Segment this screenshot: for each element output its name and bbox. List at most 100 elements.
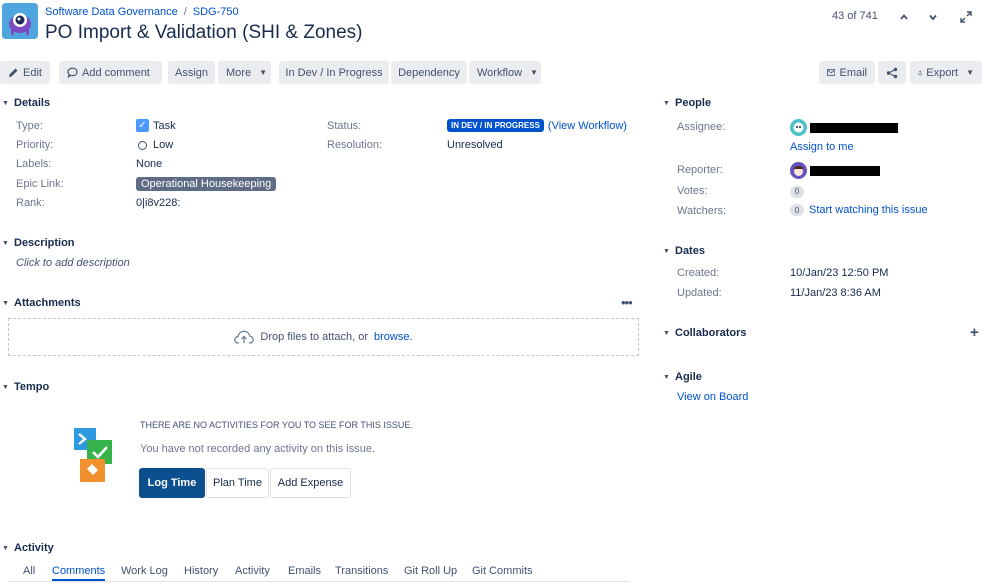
priority-value[interactable]: Low: [136, 139, 173, 151]
assign-to-me-link[interactable]: Assign to me: [790, 141, 854, 153]
tab-emails[interactable]: Emails: [288, 565, 321, 577]
rank-value: 0|i8v228:: [136, 197, 181, 209]
tab-all[interactable]: All: [23, 565, 35, 577]
expand-button[interactable]: [956, 7, 976, 27]
view-on-board-link[interactable]: View on Board: [677, 391, 748, 403]
dependency-button[interactable]: Dependency: [391, 61, 467, 84]
more-button[interactable]: More ▼: [218, 61, 271, 84]
triangle-down-icon: ▼: [2, 239, 9, 247]
priority-label: Priority:: [16, 139, 54, 151]
attachments-section-toggle[interactable]: ▼ Attachments: [2, 297, 81, 309]
export-label: Export: [926, 66, 959, 79]
people-heading: People: [675, 97, 712, 109]
task-icon: ✓: [136, 119, 149, 132]
collaborators-section-toggle[interactable]: ▼ Collaborators: [663, 327, 747, 339]
status-value: IN DEV / IN PROGRESS (View Workflow): [447, 119, 627, 132]
email-label: Email: [839, 66, 867, 79]
tab-comments[interactable]: Comments: [52, 565, 105, 577]
plan-time-button[interactable]: Plan Time: [206, 468, 269, 498]
agile-section-toggle[interactable]: ▼ Agile: [663, 371, 702, 383]
triangle-down-icon: ▼: [2, 299, 9, 307]
attachments-heading: Attachments: [14, 297, 81, 309]
add-collaborator-plus-icon[interactable]: +: [970, 324, 979, 341]
assign-label: Assign: [174, 66, 209, 79]
created-value: 10/Jan/23 12:50 PM: [790, 267, 889, 279]
tab-git-commits[interactable]: Git Commits: [472, 565, 533, 577]
epic-link-value[interactable]: Operational Housekeeping: [136, 177, 277, 191]
triangle-down-icon: ▼: [2, 544, 9, 552]
edit-button[interactable]: Edit: [0, 61, 50, 84]
updated-label: Updated:: [677, 287, 722, 299]
agile-heading: Agile: [675, 371, 702, 383]
redacted-assignee-name: [810, 122, 898, 133]
assign-button[interactable]: Assign: [168, 61, 215, 84]
share-button[interactable]: [878, 61, 906, 84]
triangle-down-icon: ▼: [2, 383, 9, 391]
breadcrumb-issue-key-link[interactable]: SDG-750: [193, 6, 239, 18]
type-value[interactable]: ✓ Task: [136, 119, 176, 132]
triangle-down-icon: ▼: [663, 99, 670, 107]
dates-section-toggle[interactable]: ▼ Dates: [663, 245, 705, 257]
add-comment-label: Add comment: [82, 66, 150, 79]
labels-value[interactable]: None: [136, 158, 162, 170]
description-heading: Description: [14, 237, 75, 249]
description-placeholder[interactable]: Click to add description: [16, 257, 130, 269]
status-label: Status:: [327, 120, 362, 132]
description-section-toggle[interactable]: ▼ Description: [2, 237, 75, 249]
details-section-toggle[interactable]: ▼ Details: [2, 97, 50, 109]
tempo-section-toggle[interactable]: ▼ Tempo: [2, 381, 49, 393]
add-expense-button[interactable]: Add Expense: [270, 468, 351, 498]
tab-transitions[interactable]: Transitions: [335, 565, 388, 577]
email-icon: [827, 69, 836, 76]
project-logo-icon: [2, 3, 38, 39]
tempo-heading: Tempo: [14, 381, 50, 393]
tabs-divider: [8, 581, 630, 582]
epic-link-lozenge[interactable]: Operational Housekeeping: [136, 177, 277, 191]
people-section-toggle[interactable]: ▼ People: [663, 97, 711, 109]
workflow-button[interactable]: Workflow ▼: [469, 61, 541, 84]
tab-activity[interactable]: Activity: [235, 565, 270, 577]
next-issue-button[interactable]: [923, 7, 943, 27]
previous-issue-button[interactable]: [894, 7, 914, 27]
assignee-value[interactable]: [790, 119, 898, 136]
attachment-dropzone[interactable]: Drop files to attach, or browse.: [8, 318, 639, 356]
reporter-value[interactable]: [790, 162, 880, 179]
assignee-label: Assignee:: [677, 121, 726, 133]
dropzone-text: Drop files to attach, or: [260, 331, 369, 343]
resolution-value: Unresolved: [447, 139, 503, 151]
browse-link[interactable]: browse.: [374, 331, 413, 343]
share-icon: [886, 67, 898, 78]
votes-label: Votes:: [677, 185, 708, 197]
triangle-down-icon: ▼: [2, 99, 9, 107]
watchers-count-badge[interactable]: 0: [790, 204, 804, 216]
view-workflow-link[interactable]: (View Workflow): [548, 120, 627, 132]
votes-count-badge: 0: [790, 185, 804, 198]
activity-heading: Activity: [14, 542, 54, 554]
labels-label: Labels:: [16, 158, 52, 170]
type-value-text: Task: [153, 119, 176, 132]
breadcrumb-project-link[interactable]: Software Data Governance: [45, 6, 178, 18]
add-comment-button[interactable]: Add comment: [59, 61, 162, 84]
tab-git-roll-up[interactable]: Git Roll Up: [404, 565, 457, 577]
export-button[interactable]: Export ▼: [910, 61, 982, 84]
attachments-options-icon[interactable]: •••: [621, 295, 633, 310]
in-dev-transition-button[interactable]: In Dev / In Progress: [279, 61, 389, 84]
reporter-avatar: [790, 162, 807, 179]
triangle-down-icon: ▼: [663, 373, 670, 381]
email-button[interactable]: Email: [819, 61, 875, 84]
page-title[interactable]: PO Import & Validation (SHI & Zones): [45, 22, 363, 44]
tab-work-log[interactable]: Work Log: [121, 565, 168, 577]
type-label: Type:: [16, 120, 43, 132]
project-avatar[interactable]: [2, 3, 38, 39]
status-badge[interactable]: IN DEV / IN PROGRESS: [447, 119, 544, 132]
votes-value[interactable]: 0: [790, 185, 804, 198]
start-watching-link[interactable]: Start watching this issue: [809, 204, 928, 216]
caret-down-icon: ▼: [966, 68, 974, 77]
assignee-avatar: [790, 119, 807, 136]
resolution-label: Resolution:: [327, 139, 383, 151]
log-time-button[interactable]: Log Time: [139, 468, 205, 498]
activity-section-toggle[interactable]: ▼ Activity: [2, 542, 54, 554]
epic-link-label: Epic Link:: [16, 178, 64, 190]
tab-history[interactable]: History: [184, 565, 218, 577]
comment-icon: [67, 67, 78, 78]
